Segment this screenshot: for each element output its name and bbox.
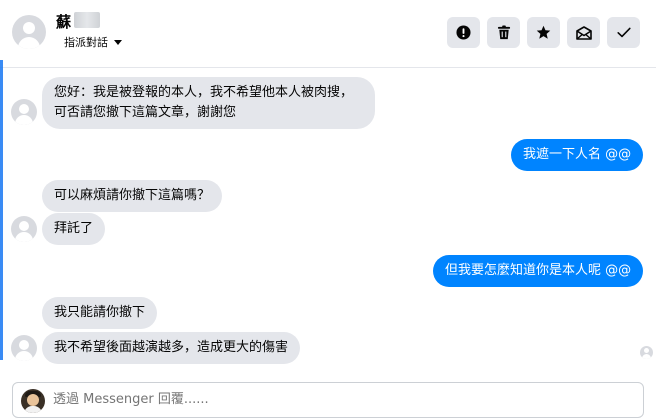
sender-avatar[interactable] xyxy=(11,335,37,361)
sender-avatar[interactable] xyxy=(11,99,37,125)
reply-input[interactable] xyxy=(53,392,633,407)
trash-icon xyxy=(497,25,510,40)
message-bubble-incoming[interactable]: 您好：我是被登報的本人，我不希望他本人被肉搜，可否請您撤下這篇文章，謝謝您 xyxy=(42,77,375,129)
contact-name[interactable]: 蘇 xyxy=(56,11,71,32)
caret-down-icon xyxy=(114,39,122,45)
check-icon xyxy=(616,27,631,38)
message-bubble-outgoing[interactable]: 但我要怎麼知道你是本人呢 @@ xyxy=(433,255,644,287)
seen-indicator-avatar xyxy=(640,346,653,359)
envelope-icon xyxy=(575,25,592,40)
contact-avatar[interactable] xyxy=(12,15,46,49)
header-actions xyxy=(447,17,640,48)
message-bubble-incoming[interactable]: 拜託了 xyxy=(42,213,106,245)
redacted-name-block xyxy=(74,12,100,28)
assign-conversation-dropdown[interactable]: 指派對話 xyxy=(64,34,122,50)
selected-conversation-indicator xyxy=(0,60,3,360)
conversation-header: 蘇 指派對話 xyxy=(0,0,656,68)
message-bubble-incoming[interactable]: 可以麻煩請你撤下這篇嗎？ xyxy=(42,180,223,212)
message-bubble-incoming[interactable]: 我不希望後面越演越多，造成更大的傷害 xyxy=(42,332,301,364)
reply-composer xyxy=(12,382,644,418)
mark-done-button[interactable] xyxy=(607,17,640,48)
delete-button[interactable] xyxy=(487,17,520,48)
mark-unread-button[interactable] xyxy=(567,17,600,48)
message-bubble-incoming[interactable]: 我只能請你撤下 xyxy=(42,297,158,329)
sender-avatar[interactable] xyxy=(11,216,37,242)
my-avatar xyxy=(21,389,45,413)
star-button[interactable] xyxy=(527,17,560,48)
message-bubble-outgoing[interactable]: 我遮一下人名 @@ xyxy=(511,139,644,171)
assign-label: 指派對話 xyxy=(64,36,108,49)
mark-spam-button[interactable] xyxy=(447,17,480,48)
star-icon xyxy=(536,25,551,39)
exclamation-icon xyxy=(456,25,471,40)
